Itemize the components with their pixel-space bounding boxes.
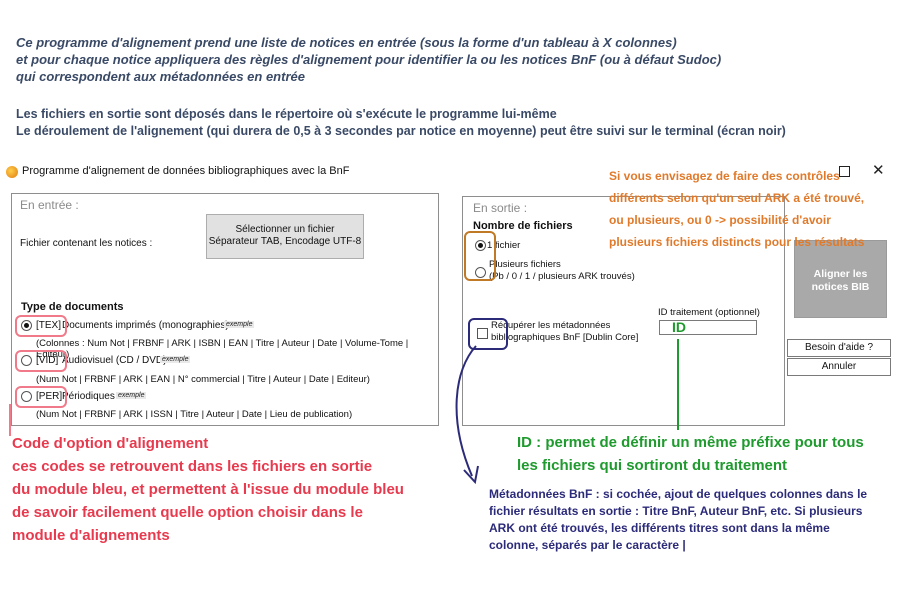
option-multiple-files-line2: (Pb / 0 / 1 / plusieurs ARK trouvés): [489, 271, 635, 282]
window-title: Programme d'alignement de données biblio…: [22, 165, 350, 177]
output-panel-legend: En sortie :: [473, 201, 528, 215]
green-annotation-line1: ID : permet de définir un même préfixe p…: [517, 434, 864, 451]
red-annotation-line3: du module bleu, et permettent à l'issue …: [12, 481, 404, 498]
navy-annotation-line4: colonne, séparés par le caractère |: [489, 538, 686, 552]
id-input[interactable]: ID: [659, 319, 757, 335]
option-tex-label[interactable]: Documents imprimés (monographies): [62, 320, 229, 331]
intro-line-3: qui correspondent aux métadonnées en ent…: [16, 69, 305, 84]
app-icon: [6, 166, 18, 178]
note-line-1: Les fichiers en sortie sont déposés dans…: [16, 107, 557, 121]
option-multiple-files-line1: Plusieurs fichiers: [489, 259, 561, 270]
metadata-label-line2: bibliographiques BnF [Dublin Core]: [491, 332, 639, 343]
note-line-2: Le déroulement de l'alignement (qui dure…: [16, 124, 786, 138]
red-annotation-line2: ces codes se retrouvent dans les fichier…: [12, 458, 373, 475]
align-button-line2: notices BIB: [811, 281, 870, 293]
align-button-line1: Aligner les: [813, 268, 868, 280]
highlight-per: [15, 386, 67, 408]
green-annotation-line2: les fichiers qui sortiront du traitement: [517, 457, 788, 474]
metadata-label[interactable]: Récupérer les métadonnées bibliographiqu…: [491, 320, 638, 344]
option-per-columns: (Num Not | FRBNF | ARK | ISSN | Titre | …: [36, 409, 353, 420]
output-note: Les fichiers en sortie sont déposés dans…: [16, 106, 886, 140]
select-file-button-line1: Sélectionner un fichier: [235, 224, 335, 235]
highlight-vid: [15, 350, 67, 372]
cancel-button[interactable]: Annuler: [787, 358, 891, 376]
red-annotation-line5: module d'alignements: [12, 527, 170, 544]
id-label: ID traitement (optionnel): [658, 307, 760, 318]
orange-annotation-line4: plusieurs fichiers distincts pour les ré…: [609, 235, 865, 249]
orange-annotation-line3: ou plusieurs, ou 0 -> possibilité d'avoi…: [609, 213, 831, 227]
pink-connector: [9, 404, 11, 436]
option-vid-columns: (Num Not | FRBNF | ARK | EAN | N° commer…: [36, 374, 370, 385]
file-label: Fichier contenant les notices :: [20, 238, 153, 249]
id-input-value: ID: [672, 319, 686, 335]
select-file-button[interactable]: Sélectionner un fichier Séparateur TAB, …: [206, 214, 364, 259]
example-tex-link[interactable]: exemple: [224, 321, 255, 328]
navy-annotation-line1: Métadonnées BnF : si cochée, ajout de qu…: [489, 487, 868, 501]
orange-annotation-line1: Si vous envisagez de faire des contrôles: [609, 169, 840, 183]
input-panel-legend: En entrée :: [20, 198, 79, 212]
red-annotation: Code d'option d'alignement ces codes se …: [12, 432, 462, 547]
orange-annotation: Si vous envisagez de faire des contrôles…: [609, 165, 899, 253]
example-per-link[interactable]: exemple: [116, 392, 147, 399]
green-connector: [677, 339, 679, 430]
red-annotation-line1: Code d'option d'alignement: [12, 435, 209, 452]
option-vid-label[interactable]: Audiovisuel (CD / DVD): [62, 355, 166, 366]
navy-annotation-line2: fichier résultats en sortie : Titre BnF,…: [489, 504, 863, 518]
doc-type-title: Type de documents: [21, 301, 124, 313]
help-button[interactable]: Besoin d'aide ?: [787, 339, 891, 357]
option-multiple-files[interactable]: Plusieurs fichiers (Pb / 0 / 1 / plusieu…: [489, 259, 635, 283]
input-panel: En entrée : Fichier contenant les notice…: [11, 193, 439, 426]
highlight-file-options: [464, 231, 496, 281]
intro-line-1: Ce programme d'alignement prend une list…: [16, 35, 677, 50]
example-vid-link[interactable]: exemple: [160, 356, 191, 363]
orange-annotation-line2: différents selon qu'un seul ARK a été tr…: [609, 191, 865, 205]
intro-text: Ce programme d'alignement prend une list…: [16, 34, 876, 85]
navy-annotation: Métadonnées BnF : si cochée, ajout de qu…: [489, 486, 894, 554]
select-file-button-line2: Séparateur TAB, Encodage UTF-8: [208, 236, 362, 247]
green-annotation: ID : permet de définir un même préfixe p…: [517, 431, 897, 477]
option-per-label[interactable]: Périodiques: [62, 391, 115, 402]
navy-annotation-line3: ARK ont été trouvés, les différents titr…: [489, 521, 830, 535]
highlight-tex: [15, 315, 67, 337]
metadata-label-line1: Récupérer les métadonnées: [491, 320, 611, 331]
intro-line-2: et pour chaque notice appliquera des règ…: [16, 52, 722, 67]
red-annotation-line4: de savoir facilement quelle option chois…: [12, 504, 363, 521]
